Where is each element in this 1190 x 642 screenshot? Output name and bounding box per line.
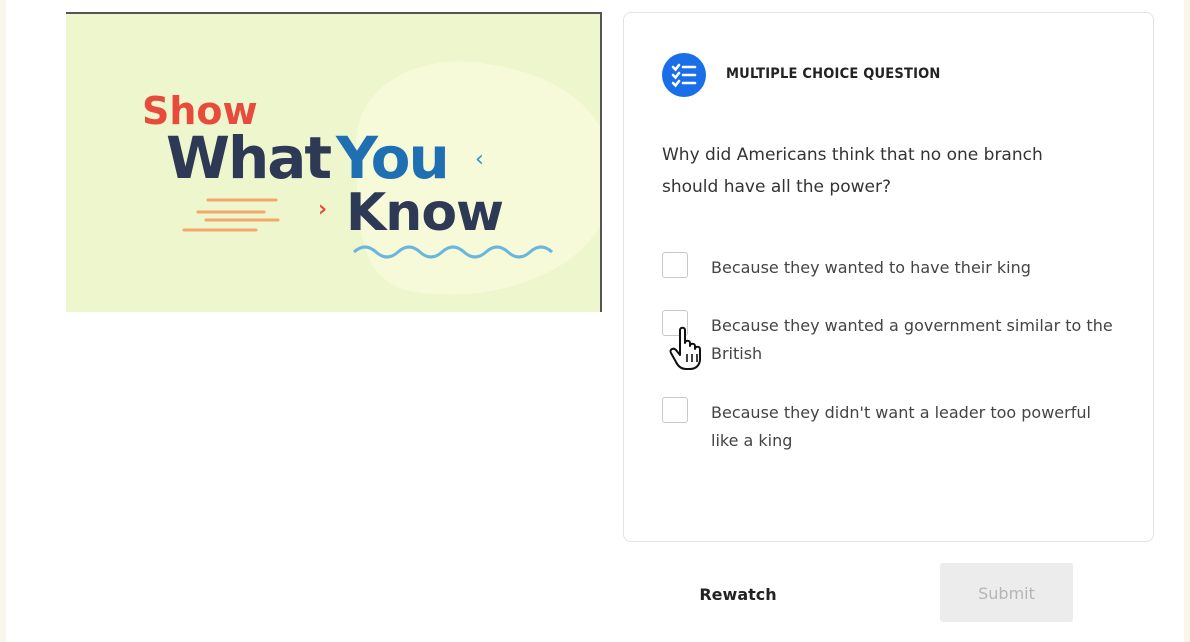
question-text: Why did Americans think that no one bran…: [662, 145, 1043, 197]
video-border-top: [66, 12, 602, 14]
video-border-right: [600, 12, 602, 312]
checklist-icon: [662, 53, 706, 97]
title-know: Know: [346, 183, 503, 243]
hand-pointer-icon: [669, 326, 701, 370]
option-1-checkbox[interactable]: [662, 252, 688, 278]
title-what: What: [166, 124, 331, 192]
question-card: MULTIPLE CHOICE QUESTION Why did America…: [623, 12, 1154, 542]
dash-lines: [182, 198, 280, 232]
rewatch-button[interactable]: Rewatch: [676, 572, 800, 616]
arrow-left-icon: ‹: [475, 147, 484, 172]
video-graphic: ‹ › Show What You Know: [142, 61, 602, 295]
option-3-checkbox[interactable]: [662, 397, 688, 423]
option-3-label[interactable]: Because they didn't want a leader too po…: [711, 399, 1121, 455]
title-you: You: [335, 124, 448, 192]
submit-button[interactable]: Submit: [940, 563, 1073, 622]
option-2-label[interactable]: Because they wanted a government similar…: [711, 312, 1121, 368]
arrow-right-icon: ›: [318, 197, 327, 222]
question-type-label: MULTIPLE CHOICE QUESTION: [726, 66, 941, 82]
video-player[interactable]: ‹ › Show What You Know: [66, 12, 602, 312]
option-1-label[interactable]: Because they wanted to have their king: [711, 254, 1121, 282]
